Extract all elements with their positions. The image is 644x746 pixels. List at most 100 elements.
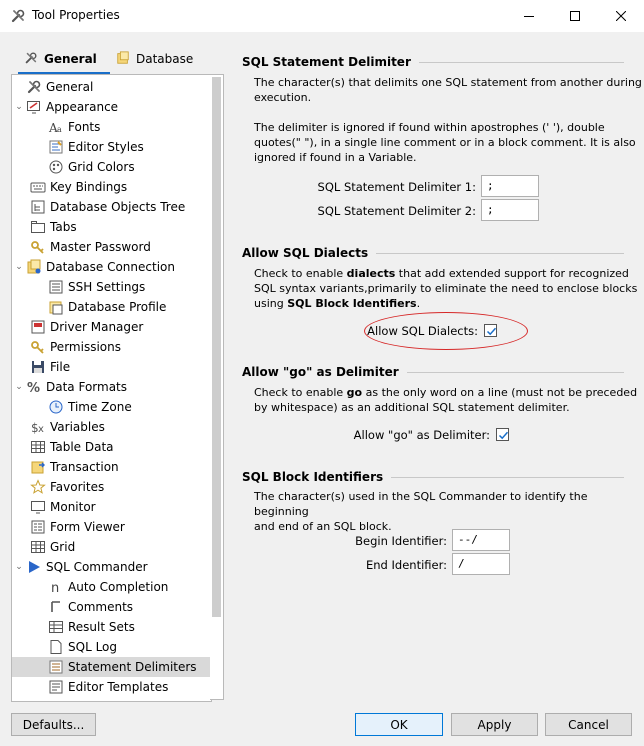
apply-button[interactable]: Apply — [451, 713, 538, 736]
tree-item-transaction[interactable]: Transaction — [12, 457, 211, 477]
database-tab-icon — [116, 50, 130, 68]
key-icon — [30, 239, 46, 255]
tree-item-grid-colors[interactable]: Grid Colors — [12, 157, 211, 177]
editor-styles-icon — [48, 139, 64, 155]
section-sql-statement-delimiter: SQL Statement Delimiter — [242, 55, 624, 69]
tree-item-table-data[interactable]: Table Data — [12, 437, 211, 457]
grid-icon — [30, 539, 46, 555]
scrollbar-thumb[interactable] — [212, 77, 221, 617]
svg-text:x: x — [38, 424, 44, 435]
key-icon — [30, 339, 46, 355]
tree-item-driver-manager[interactable]: Driver Manager — [12, 317, 211, 337]
end-identifier-label: End Identifier: — [366, 558, 447, 572]
section-title: SQL Statement Delimiter — [242, 55, 411, 69]
minimize-button[interactable] — [506, 0, 552, 32]
tree-item-monitor[interactable]: Monitor — [12, 497, 211, 517]
tree-item-permissions[interactable]: Permissions — [12, 337, 211, 357]
tree-item-tabs[interactable]: Tabs — [12, 217, 211, 237]
ssh-icon — [48, 279, 64, 295]
tree-item-general[interactable]: General — [12, 77, 211, 97]
form-icon — [30, 519, 46, 535]
delimiter-2-input[interactable]: ; — [481, 199, 539, 221]
tree-item-editor-templates[interactable]: Editor Templates — [12, 677, 211, 697]
allow-go-checkbox[interactable] — [496, 428, 509, 441]
divider — [406, 371, 624, 373]
tree-item-favorites[interactable]: Favorites — [12, 477, 211, 497]
tree-item-file[interactable]: File — [12, 357, 211, 377]
save-disk-icon — [30, 359, 46, 375]
tree-item-form-viewer[interactable]: Form Viewer — [12, 517, 211, 537]
comment-icon — [48, 599, 64, 615]
divider — [391, 476, 624, 478]
driver-icon — [30, 319, 46, 335]
tree-structure-icon — [30, 199, 46, 215]
tree-item-database-profile[interactable]: Database Profile — [12, 297, 211, 317]
tree-item-database-connection[interactable]: ⌄ Database Connection — [12, 257, 211, 277]
percent-icon: % — [26, 379, 42, 396]
section-allow-go-delimiter: Allow "go" as Delimiter — [242, 365, 624, 379]
tree-item-auto-completion[interactable]: n Auto Completion — [12, 577, 211, 597]
font-icon: Aa — [48, 119, 64, 135]
tree-item-variables[interactable]: $ x Variables — [12, 417, 211, 437]
tree-item-data-formats[interactable]: ⌄% Data Formats — [12, 377, 211, 397]
result-sets-icon — [48, 619, 64, 635]
monitor-paint-icon — [26, 99, 42, 115]
tools-icon — [10, 8, 26, 24]
tree-item-fonts[interactable]: Aa Fonts — [12, 117, 211, 137]
tree-item-sql-commander[interactable]: ⌄ SQL Commander — [12, 557, 211, 577]
variables-icon: $ x — [30, 419, 46, 435]
chevron-down-icon[interactable]: ⌄ — [12, 262, 26, 272]
block-description: The character(s) used in the SQL Command… — [254, 490, 588, 533]
tree-scrollbar[interactable] — [210, 74, 224, 700]
window-title: Tool Properties — [32, 8, 120, 22]
log-icon — [48, 639, 64, 655]
tree-item-time-zone[interactable]: Time Zone — [12, 397, 211, 417]
tab-database[interactable]: Database — [110, 46, 202, 72]
tab-label: General — [44, 52, 97, 66]
cancel-button[interactable]: Cancel — [545, 713, 632, 736]
delimiter-note: The delimiter is ignored if found within… — [254, 121, 636, 164]
tools-icon — [26, 79, 42, 95]
tree-item-ssh-settings[interactable]: SSH Settings — [12, 277, 211, 297]
tree-item-comments[interactable]: Comments — [12, 597, 211, 617]
tree-item-statement-delimiters[interactable]: Statement Delimiters — [12, 657, 211, 677]
chevron-down-icon[interactable]: ⌄ — [12, 562, 26, 572]
category-tabs: General Database — [10, 46, 224, 75]
tree-item-master-password[interactable]: Master Password — [12, 237, 211, 257]
database-connection-icon — [26, 259, 42, 275]
defaults-button[interactable]: Defaults... — [11, 713, 96, 736]
tree-item-result-sets[interactable]: Result Sets — [12, 617, 211, 637]
profile-icon — [48, 299, 64, 315]
tree-item-database-objects-tree[interactable]: Database Objects Tree — [12, 197, 211, 217]
maximize-button[interactable] — [552, 0, 598, 32]
svg-text:n: n — [51, 581, 59, 595]
tree-item-appearance[interactable]: ⌄ Appearance — [12, 97, 211, 117]
chevron-down-icon[interactable]: ⌄ — [12, 102, 26, 112]
highlight-annotation-oval — [364, 312, 528, 350]
table-icon — [30, 439, 46, 455]
auto-completion-icon: n — [48, 579, 64, 596]
tab-general[interactable]: General — [18, 46, 110, 75]
title-bar: Tool Properties — [0, 0, 644, 32]
delimiter-1-input[interactable]: ; — [481, 175, 539, 197]
play-icon — [26, 559, 42, 575]
end-identifier-input[interactable]: / — [452, 553, 510, 575]
palette-icon — [48, 159, 64, 175]
transaction-icon — [30, 459, 46, 475]
divider — [376, 252, 624, 254]
close-button[interactable] — [598, 0, 644, 32]
tree-item-sql-log[interactable]: SQL Log — [12, 637, 211, 657]
tree-item-key-bindings[interactable]: Key Bindings — [12, 177, 211, 197]
clock-globe-icon — [48, 399, 64, 415]
tab-label: Database — [136, 52, 194, 66]
ok-button[interactable]: OK — [355, 713, 443, 736]
tabs-icon — [30, 219, 46, 235]
chevron-down-icon[interactable]: ⌄ — [12, 382, 26, 392]
keyboard-icon — [30, 179, 46, 195]
tree-item-grid[interactable]: Grid — [12, 537, 211, 557]
star-icon — [30, 479, 46, 495]
tree-item-editor-styles[interactable]: Editor Styles — [12, 137, 211, 157]
begin-identifier-input[interactable]: --/ — [452, 529, 510, 551]
checkmark-icon — [498, 431, 509, 440]
section-title: SQL Block Identifiers — [242, 470, 384, 484]
